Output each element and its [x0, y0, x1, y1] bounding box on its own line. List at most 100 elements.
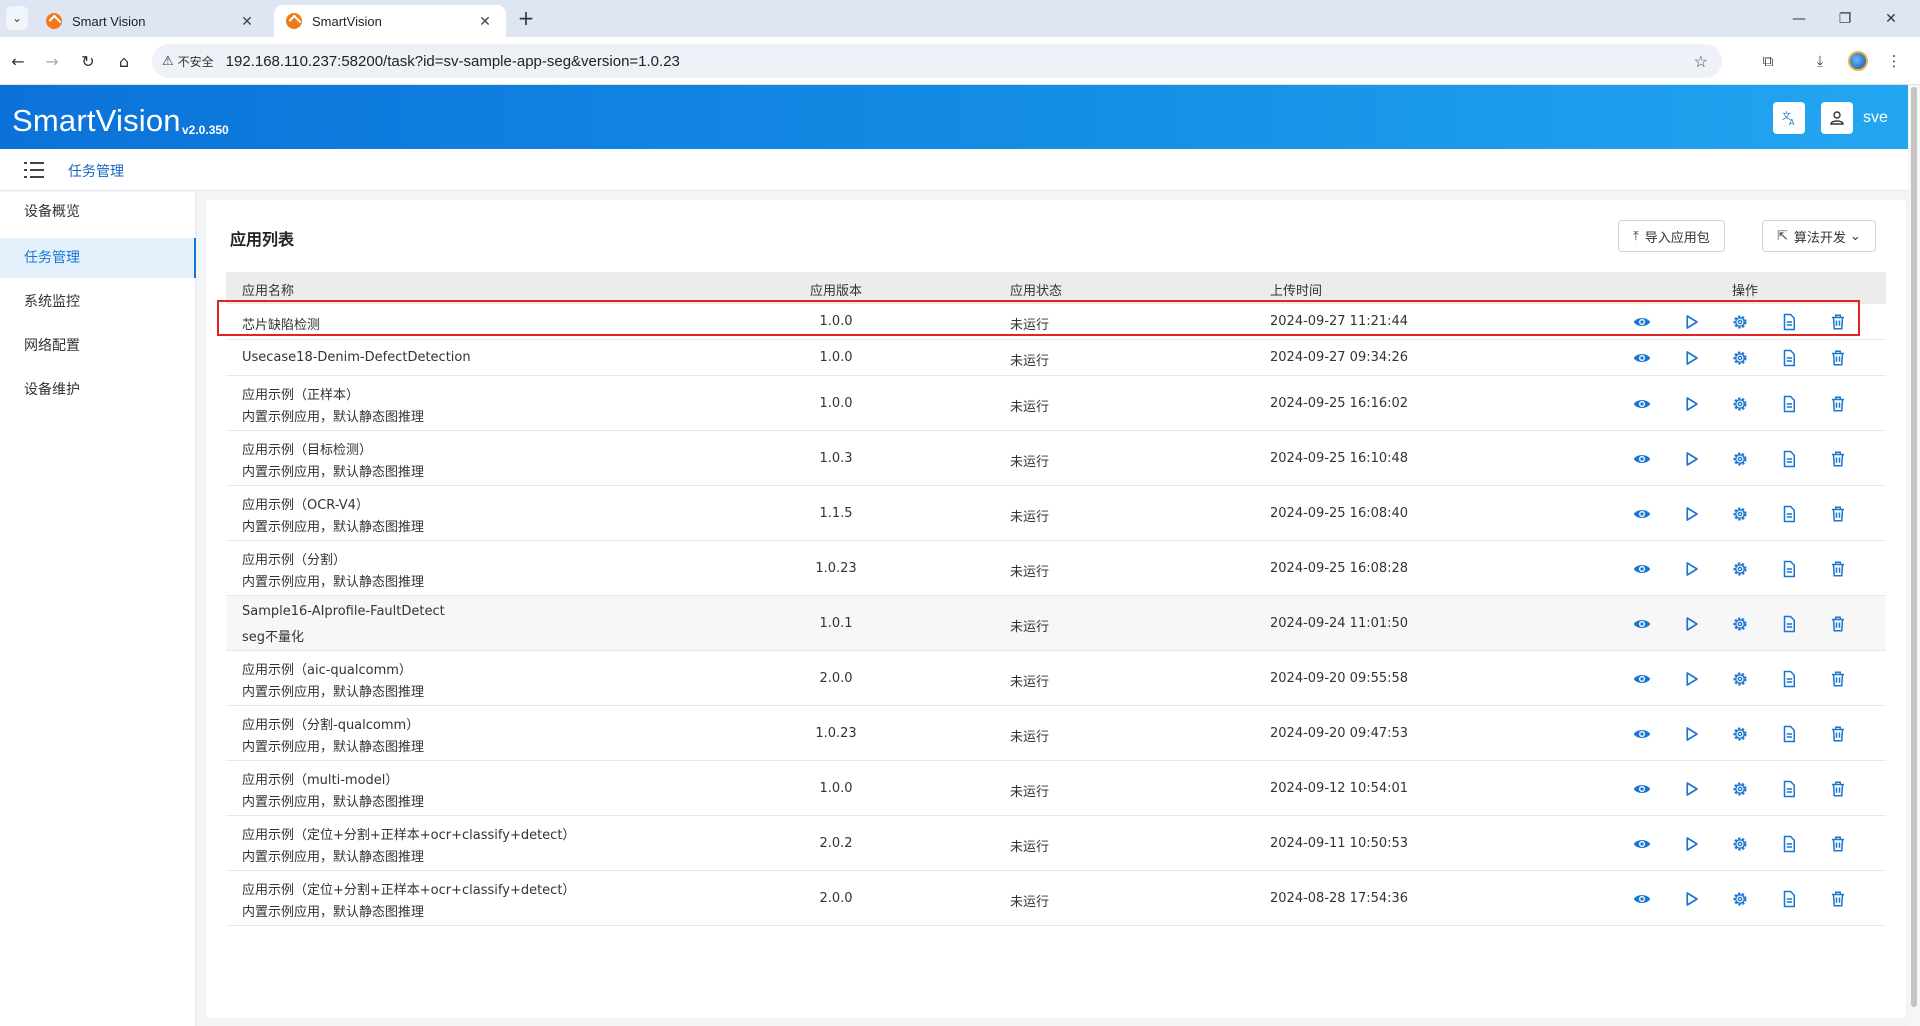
- username[interactable]: sve: [1863, 109, 1888, 127]
- forward-icon[interactable]: →: [40, 49, 64, 73]
- back-icon[interactable]: ←: [6, 49, 30, 73]
- table-row[interactable]: 应用示例（定位+分割+正样本+ocr+classify+detect） 内置示例应…: [226, 871, 1886, 926]
- table-row[interactable]: 应用示例（分割-qualcomm） 内置示例应用，默认静态图推理 1.0.23 未运行…: [226, 706, 1886, 761]
- user-icon[interactable]: [1821, 102, 1853, 134]
- download-icon[interactable]: ⤓: [1808, 49, 1832, 73]
- settings-icon[interactable]: [1726, 830, 1754, 858]
- translate-icon[interactable]: 文A: [1773, 102, 1805, 134]
- settings-icon[interactable]: [1726, 390, 1754, 418]
- eye-icon[interactable]: [1628, 500, 1656, 528]
- play-icon[interactable]: [1677, 720, 1705, 748]
- document-icon[interactable]: [1775, 610, 1803, 638]
- browser-menu-icon[interactable]: ⋮: [1882, 49, 1906, 73]
- settings-icon[interactable]: [1726, 555, 1754, 583]
- table-row[interactable]: 应用示例（正样本） 内置示例应用，默认静态图推理 1.0.0 未运行 2024-09-2…: [226, 376, 1886, 431]
- import-package-button[interactable]: ⤒ 导入应用包: [1618, 220, 1725, 252]
- close-tab-icon[interactable]: ✕: [238, 13, 256, 30]
- close-tab-icon[interactable]: ✕: [476, 13, 494, 30]
- delete-icon[interactable]: [1824, 344, 1852, 372]
- play-icon[interactable]: [1677, 500, 1705, 528]
- delete-icon[interactable]: [1824, 500, 1852, 528]
- delete-icon[interactable]: [1824, 720, 1852, 748]
- play-icon[interactable]: [1677, 445, 1705, 473]
- table-row[interactable]: 应用示例（aic-qualcomm） 内置示例应用，默认静态图推理 2.0.0 未运行…: [226, 651, 1886, 706]
- delete-icon[interactable]: [1824, 885, 1852, 913]
- delete-icon[interactable]: [1824, 830, 1852, 858]
- table-row[interactable]: Usecase18-Denim-DefectDetection 1.0.0 未运行 2…: [226, 340, 1886, 376]
- browser-tab-active[interactable]: SmartVision ✕: [274, 5, 506, 37]
- table-row[interactable]: 应用示例（定位+分割+正样本+ocr+classify+detect） 内置示例应…: [226, 816, 1886, 871]
- tab-search-icon[interactable]: ⌄: [6, 6, 28, 30]
- document-icon[interactable]: [1775, 885, 1803, 913]
- breadcrumb[interactable]: 任务管理: [68, 161, 124, 181]
- table-row[interactable]: 应用示例（目标检测） 内置示例应用，默认静态图推理 1.0.3 未运行 2024-09-…: [226, 431, 1886, 486]
- document-icon[interactable]: [1775, 775, 1803, 803]
- play-icon[interactable]: [1677, 390, 1705, 418]
- document-icon[interactable]: [1775, 445, 1803, 473]
- table-row[interactable]: 应用示例（分割） 内置示例应用，默认静态图推理 1.0.23 未运行 2024-09-2…: [226, 541, 1886, 596]
- table-row[interactable]: 芯片缺陷检测 1.0.0 未运行 2024-09-27 11:21:44: [226, 304, 1886, 340]
- document-icon[interactable]: [1775, 720, 1803, 748]
- home-icon[interactable]: ⌂: [112, 49, 136, 73]
- page-scrollbar[interactable]: [1908, 85, 1920, 1026]
- document-icon[interactable]: [1775, 308, 1803, 336]
- document-icon[interactable]: [1775, 830, 1803, 858]
- eye-icon[interactable]: [1628, 308, 1656, 336]
- document-icon[interactable]: [1775, 390, 1803, 418]
- eye-icon[interactable]: [1628, 885, 1656, 913]
- delete-icon[interactable]: [1824, 555, 1852, 583]
- sidebar-item-device-maintenance[interactable]: 设备维护: [0, 370, 196, 410]
- table-row[interactable]: Sample16-AIprofile-FaultDetect seg不量化 1.0.…: [226, 596, 1886, 651]
- settings-icon[interactable]: [1726, 500, 1754, 528]
- settings-icon[interactable]: [1726, 885, 1754, 913]
- delete-icon[interactable]: [1824, 390, 1852, 418]
- delete-icon[interactable]: [1824, 775, 1852, 803]
- browser-tab-inactive[interactable]: Smart Vision ✕: [34, 5, 268, 37]
- delete-icon[interactable]: [1824, 445, 1852, 473]
- url-text[interactable]: 192.168.110.237:58200/task?id=sv-sample-…: [226, 53, 680, 70]
- eye-icon[interactable]: [1628, 445, 1656, 473]
- table-row[interactable]: 应用示例（multi-model） 内置示例应用，默认静态图推理 1.0.0 未运行 2…: [226, 761, 1886, 816]
- document-icon[interactable]: [1775, 665, 1803, 693]
- settings-icon[interactable]: [1726, 308, 1754, 336]
- sidebar-item-device-overview[interactable]: 设备概览: [0, 192, 196, 232]
- eye-icon[interactable]: [1628, 344, 1656, 372]
- eye-icon[interactable]: [1628, 390, 1656, 418]
- sidebar-item-task-management[interactable]: 任务管理: [0, 238, 196, 278]
- document-icon[interactable]: [1775, 500, 1803, 528]
- document-icon[interactable]: [1775, 344, 1803, 372]
- play-icon[interactable]: [1677, 775, 1705, 803]
- sidebar-item-system-monitor[interactable]: 系统监控: [0, 282, 196, 322]
- settings-icon[interactable]: [1726, 720, 1754, 748]
- settings-icon[interactable]: [1726, 445, 1754, 473]
- play-icon[interactable]: [1677, 344, 1705, 372]
- play-icon[interactable]: [1677, 885, 1705, 913]
- play-icon[interactable]: [1677, 665, 1705, 693]
- play-icon[interactable]: [1677, 830, 1705, 858]
- eye-icon[interactable]: [1628, 555, 1656, 583]
- play-icon[interactable]: [1677, 555, 1705, 583]
- table-row[interactable]: 应用示例（OCR-V4） 内置示例应用，默认静态图推理 1.1.5 未运行 2024-0…: [226, 486, 1886, 541]
- menu-toggle-icon[interactable]: [24, 162, 44, 178]
- restore-icon[interactable]: ❐: [1822, 0, 1868, 37]
- extensions-icon[interactable]: ⧉: [1756, 49, 1780, 73]
- address-bar[interactable]: ⚠ 不安全 192.168.110.237:58200/task?id=sv-s…: [152, 44, 1722, 78]
- settings-icon[interactable]: [1726, 610, 1754, 638]
- play-icon[interactable]: [1677, 308, 1705, 336]
- bookmark-star-icon[interactable]: ☆: [1694, 52, 1708, 72]
- eye-icon[interactable]: [1628, 775, 1656, 803]
- insecure-badge[interactable]: ⚠ 不安全: [162, 53, 226, 70]
- sidebar-item-network-config[interactable]: 网络配置: [0, 326, 196, 366]
- settings-icon[interactable]: [1726, 775, 1754, 803]
- minimize-icon[interactable]: —: [1776, 0, 1822, 37]
- eye-icon[interactable]: [1628, 830, 1656, 858]
- play-icon[interactable]: [1677, 610, 1705, 638]
- profile-avatar-icon[interactable]: [1846, 49, 1870, 73]
- delete-icon[interactable]: [1824, 610, 1852, 638]
- eye-icon[interactable]: [1628, 720, 1656, 748]
- new-tab-icon[interactable]: +: [514, 6, 538, 30]
- delete-icon[interactable]: [1824, 665, 1852, 693]
- eye-icon[interactable]: [1628, 610, 1656, 638]
- delete-icon[interactable]: [1824, 308, 1852, 336]
- settings-icon[interactable]: [1726, 344, 1754, 372]
